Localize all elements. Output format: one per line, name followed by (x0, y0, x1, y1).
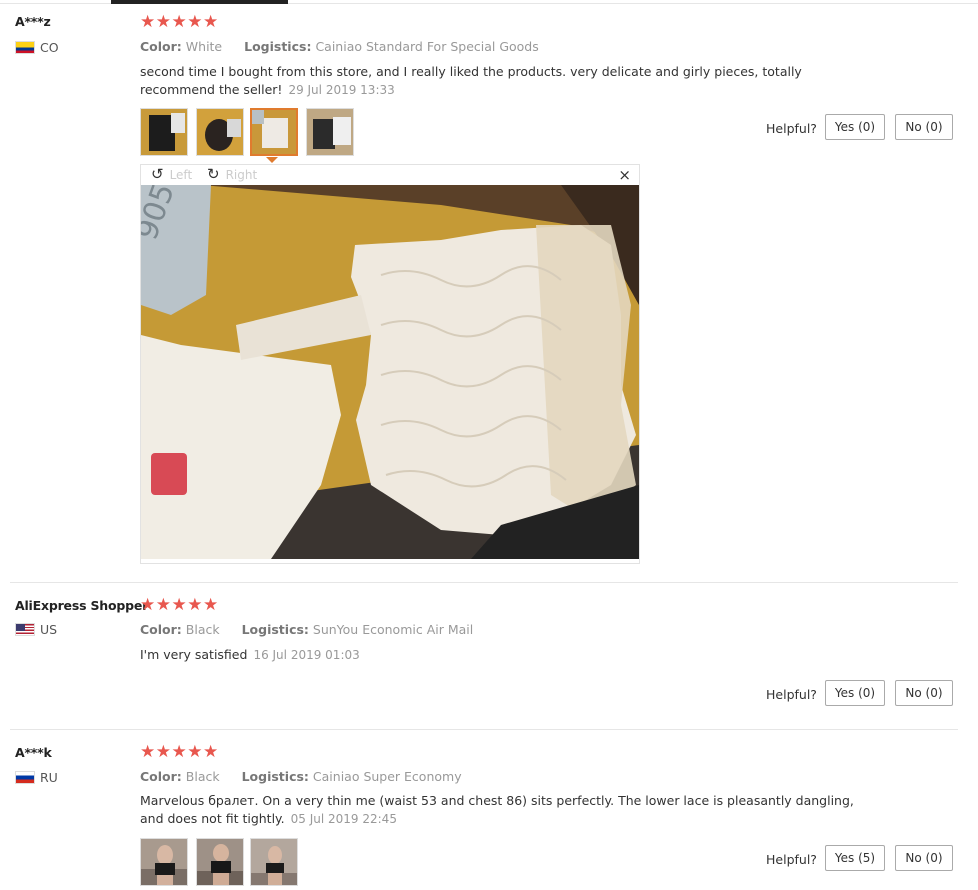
rotate-right-label: Right (225, 167, 258, 182)
logistics-key: Logistics: (241, 622, 309, 637)
buyer-name: A***z (15, 14, 51, 29)
logistics-value: Cainiao Standard For Special Goods (315, 39, 539, 54)
flag-co-icon (15, 41, 35, 54)
star-rating: ★★★★★ (140, 742, 219, 762)
review-date: 16 Jul 2019 01:03 (253, 648, 360, 662)
helpful-label: Helpful? (766, 852, 817, 867)
flag-ru-icon (15, 771, 35, 784)
color-key: Color: (140, 622, 182, 637)
rotate-left-button[interactable]: ↺ Left (151, 167, 192, 182)
country-code: US (40, 622, 58, 637)
review-text: second time I bought from this store, an… (140, 63, 860, 99)
buyer-name: AliExpress Shopper (15, 598, 149, 613)
review-body: second time I bought from this store, an… (140, 64, 802, 97)
logistics-key: Logistics: (241, 769, 309, 784)
sku-info: Color: Black Logistics: SunYou Economic … (140, 622, 473, 637)
star-rating: ★★★★★ (140, 12, 219, 32)
helpful-yes-button[interactable]: Yes (0) (825, 680, 885, 706)
photo-viewer: ↺ Left ↻ Right × 905 (140, 164, 640, 564)
close-icon[interactable]: × (618, 166, 631, 184)
helpful-no-button[interactable]: No (0) (895, 845, 953, 871)
review-photo-thumb[interactable] (196, 838, 244, 886)
helpful-no-button[interactable]: No (0) (895, 680, 953, 706)
logistics-value: SunYou Economic Air Mail (312, 622, 474, 637)
buyer-country: US (15, 622, 57, 637)
selected-arrow-icon (266, 157, 278, 163)
viewer-toolbar: ↺ Left ↻ Right × (141, 165, 639, 185)
review-photo-thumb[interactable] (196, 108, 244, 156)
review-text: Marvelous бралет. On a very thin me (wai… (140, 792, 860, 828)
rotate-left-icon: ↺ (151, 165, 164, 183)
review-photo-thumb-selected[interactable] (250, 108, 298, 156)
rotate-right-button[interactable]: ↻ Right (207, 167, 257, 182)
review-body: I'm very satisfied (140, 647, 248, 662)
review-date: 29 Jul 2019 13:33 (288, 83, 395, 97)
review-divider (10, 729, 958, 730)
review-photo-thumb[interactable] (140, 838, 188, 886)
logistics-key: Logistics: (244, 39, 312, 54)
review-date: 05 Jul 2019 22:45 (290, 812, 397, 826)
buyer-country: CO (15, 40, 59, 55)
helpful-no-button[interactable]: No (0) (895, 114, 953, 140)
buyer-name: A***k (15, 745, 52, 760)
rotate-right-icon: ↻ (207, 165, 220, 183)
review-photo-thumb[interactable] (250, 838, 298, 886)
color-value: White (185, 39, 223, 54)
review-body: Marvelous бралет. On a very thin me (wai… (140, 793, 854, 826)
review-photo-thumb[interactable] (306, 108, 354, 156)
helpful-label: Helpful? (766, 121, 817, 136)
color-value: Black (185, 622, 220, 637)
helpful-yes-button[interactable]: Yes (5) (825, 845, 885, 871)
logistics-value: Cainiao Super Economy (312, 769, 462, 784)
country-code: RU (40, 770, 58, 785)
review-photo-large: 905 (141, 185, 639, 559)
review-text: I'm very satisfied 16 Jul 2019 01:03 (140, 646, 860, 664)
rotate-left-label: Left (169, 167, 193, 182)
helpful-label: Helpful? (766, 687, 817, 702)
sku-info: Color: White Logistics: Cainiao Standard… (140, 39, 539, 54)
review-divider (10, 582, 958, 583)
color-key: Color: (140, 39, 182, 54)
flag-us-icon (15, 623, 35, 636)
active-tab-indicator (111, 0, 288, 4)
review-photo-thumb[interactable] (140, 108, 188, 156)
country-code: CO (40, 40, 59, 55)
color-key: Color: (140, 769, 182, 784)
buyer-country: RU (15, 770, 58, 785)
color-value: Black (185, 769, 220, 784)
helpful-yes-button[interactable]: Yes (0) (825, 114, 885, 140)
sku-info: Color: Black Logistics: Cainiao Super Ec… (140, 769, 462, 784)
star-rating: ★★★★★ (140, 595, 219, 615)
